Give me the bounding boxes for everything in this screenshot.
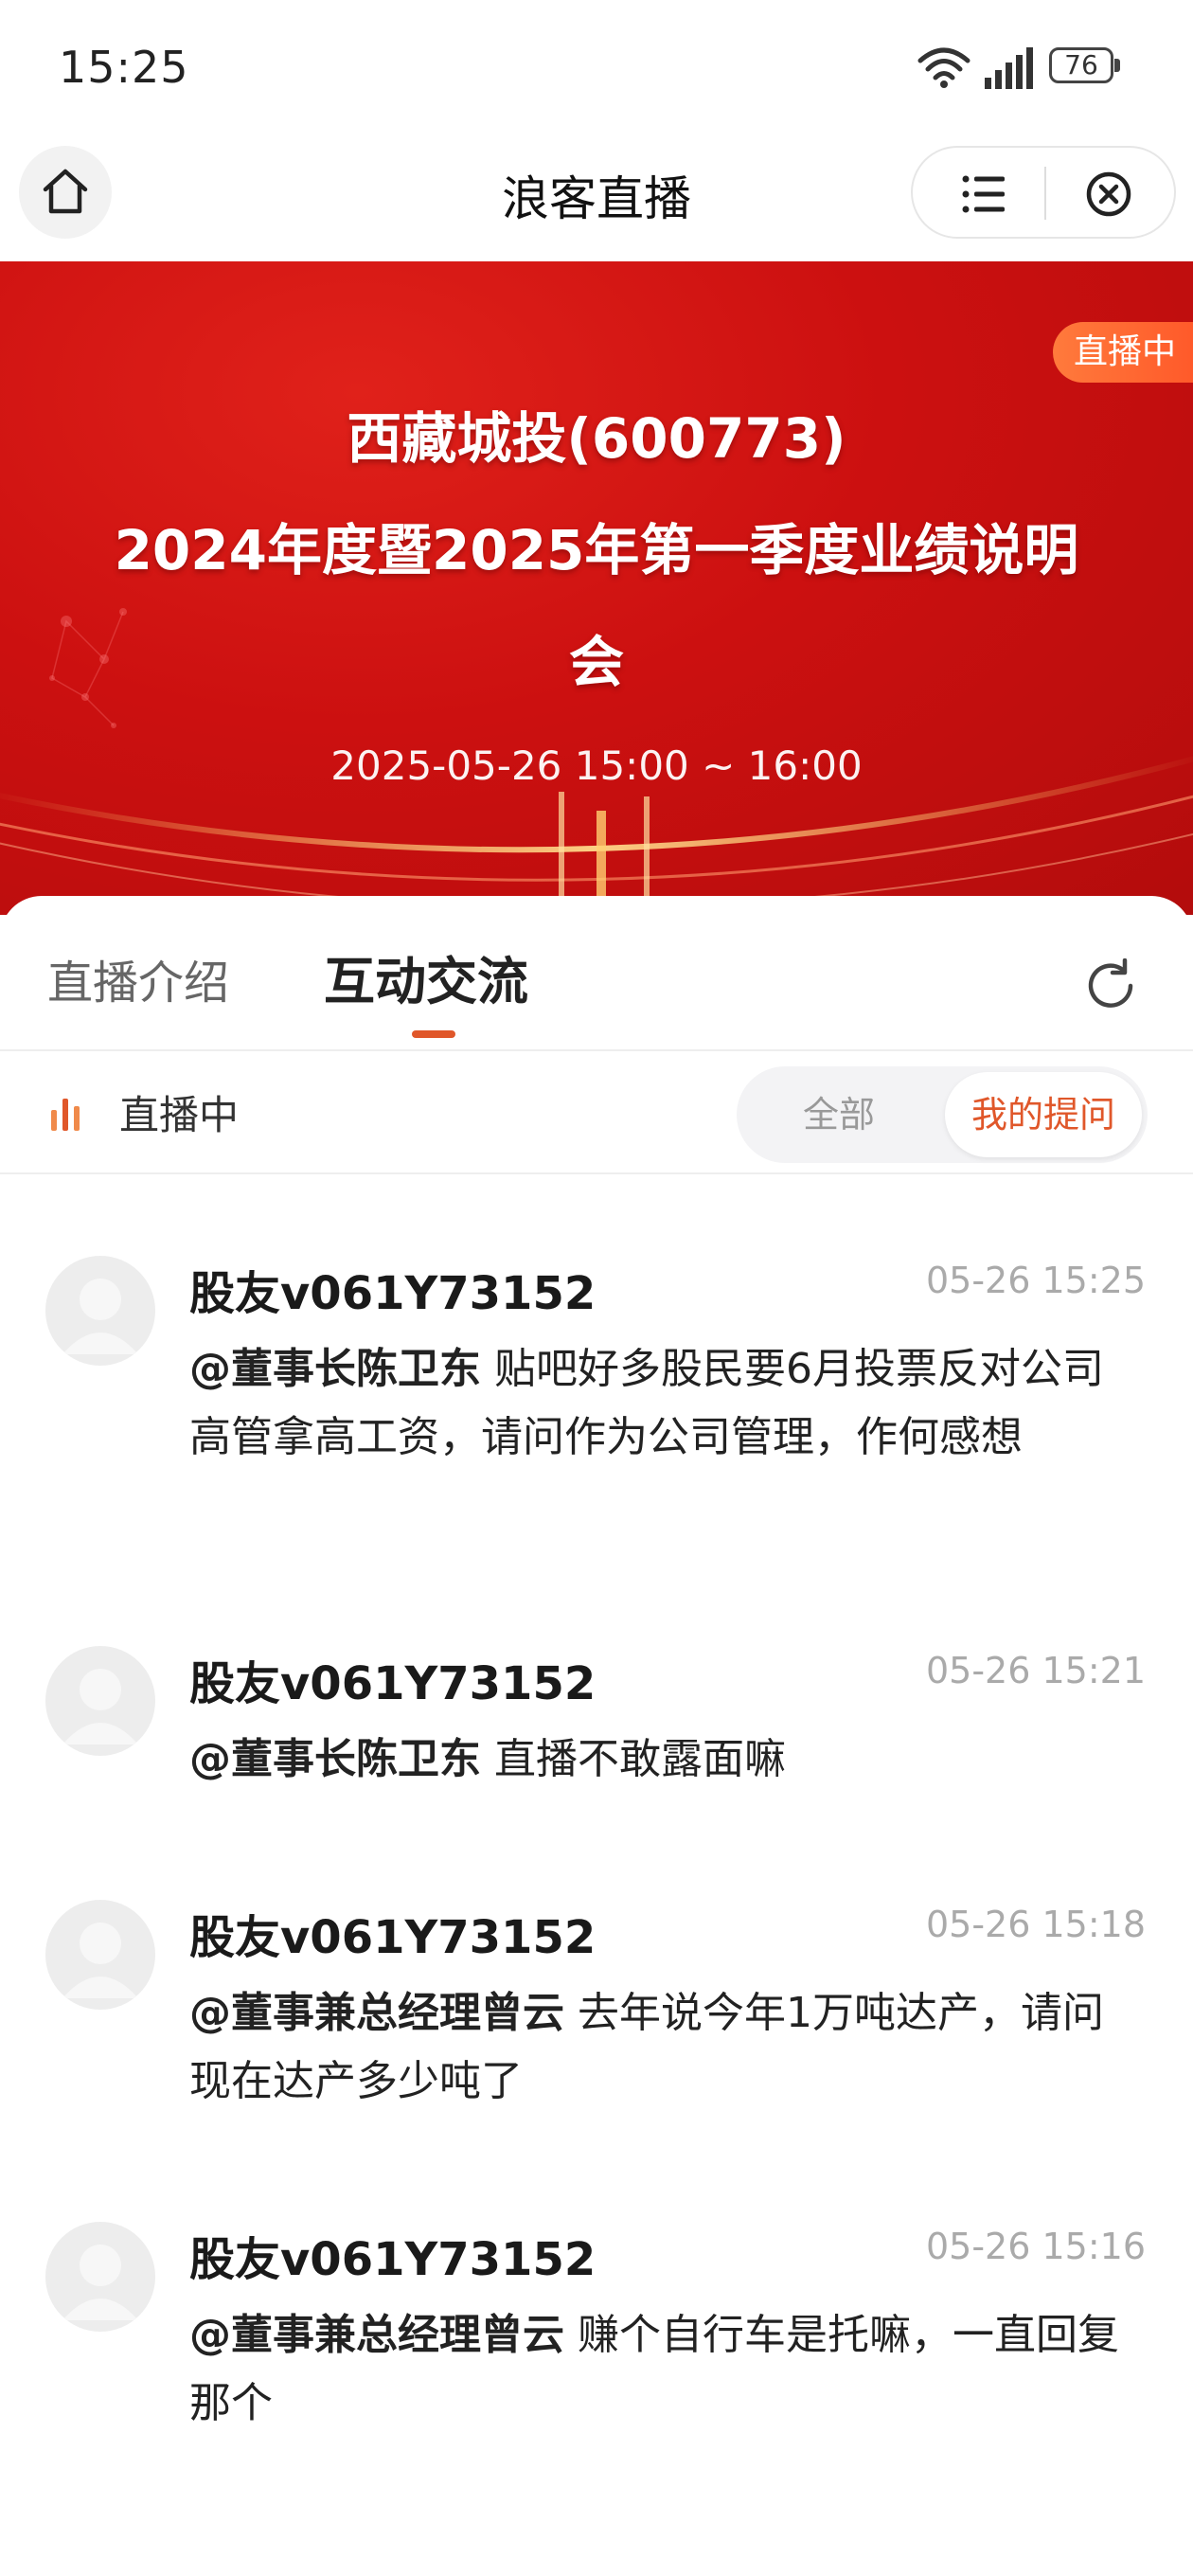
- status-bar: 15:25 76: [0, 0, 1193, 133]
- menu-icon[interactable]: [962, 174, 1006, 214]
- live-filter-row: 直播中 全部 我的提问: [0, 1051, 1193, 1172]
- message-mention[interactable]: @董事长陈卫东: [189, 1735, 481, 1783]
- refresh-icon[interactable]: [1083, 958, 1138, 1013]
- battery-icon: 76: [1049, 47, 1121, 87]
- banner-decoration: [0, 608, 1193, 909]
- message-mention[interactable]: @董事长陈卫东: [189, 1345, 481, 1393]
- nav-bar: 浪客直播: [0, 133, 1193, 261]
- content-panel: 直播介绍 互动交流 直播中 全部 我的提问 股友v061Y73152 05-26…: [0, 896, 1193, 2576]
- avatar[interactable]: [45, 2222, 155, 2332]
- active-tab-indicator: [412, 1030, 455, 1038]
- banner-event-title-end: 会: [568, 630, 624, 694]
- avatar[interactable]: [45, 1646, 155, 1756]
- tab-live-intro[interactable]: 直播介绍: [47, 945, 229, 1011]
- tab-interaction[interactable]: 互动交流: [324, 939, 528, 1014]
- message-text: @董事兼总经理曾云 去年说今年1万吨达产，请问现在达产多少吨了: [189, 1979, 1136, 2116]
- battery-level: 76: [1049, 47, 1113, 83]
- message-username: 股友v061Y73152: [189, 2233, 596, 2286]
- avatar[interactable]: [45, 1900, 155, 2010]
- close-icon[interactable]: [1085, 170, 1132, 218]
- live-bars-icon: [51, 1099, 80, 1131]
- live-status-label: 直播中: [119, 1092, 240, 1138]
- banner-company: 西藏城投(600773): [347, 406, 846, 471]
- avatar[interactable]: [45, 1256, 155, 1366]
- message-text: @董事兼总经理曾云 赚个自行车是托嘛，一直回复那个: [189, 2301, 1136, 2438]
- status-time: 15:25: [59, 42, 189, 93]
- message-username: 股友v061Y73152: [189, 1911, 596, 1964]
- message-username: 股友v061Y73152: [189, 1267, 596, 1320]
- mini-program-capsule: [911, 146, 1176, 239]
- message-body: 直播不敢露面嘛: [481, 1735, 786, 1783]
- live-status-tag: 直播中: [1052, 322, 1193, 383]
- message-time: 05-26 15:25: [925, 1260, 1146, 1301]
- signal-icon: [985, 47, 1033, 89]
- message-time: 05-26 15:21: [925, 1650, 1146, 1691]
- banner-time-range: 2025-05-26 15:00 ~ 16:00: [330, 742, 863, 789]
- filter-my-questions-button[interactable]: 我的提问: [945, 1072, 1142, 1157]
- live-banner[interactable]: 直播中 西藏城投(600773) 2024年度暨2025年第一季度业绩说明 会 …: [0, 261, 1193, 915]
- filter-all-button[interactable]: 全部: [737, 1066, 941, 1163]
- message-text: @董事长陈卫东 贴吧好多股民要6月投票反对公司高管拿高工资，请问作为公司管理，作…: [189, 1335, 1136, 1472]
- message-username: 股友v061Y73152: [189, 1657, 596, 1710]
- message-mention[interactable]: @董事兼总经理曾云: [189, 1989, 564, 2037]
- wifi-icon: [917, 47, 970, 88]
- message-mention[interactable]: @董事兼总经理曾云: [189, 2311, 564, 2359]
- message-time: 05-26 15:16: [925, 2226, 1146, 2267]
- message-time: 05-26 15:18: [925, 1904, 1146, 1945]
- message-text: @董事长陈卫东 直播不敢露面嘛: [189, 1726, 1136, 1794]
- banner-event-title: 2024年度暨2025年第一季度业绩说明: [114, 518, 1079, 582]
- question-filter: 全部 我的提问: [737, 1066, 1148, 1163]
